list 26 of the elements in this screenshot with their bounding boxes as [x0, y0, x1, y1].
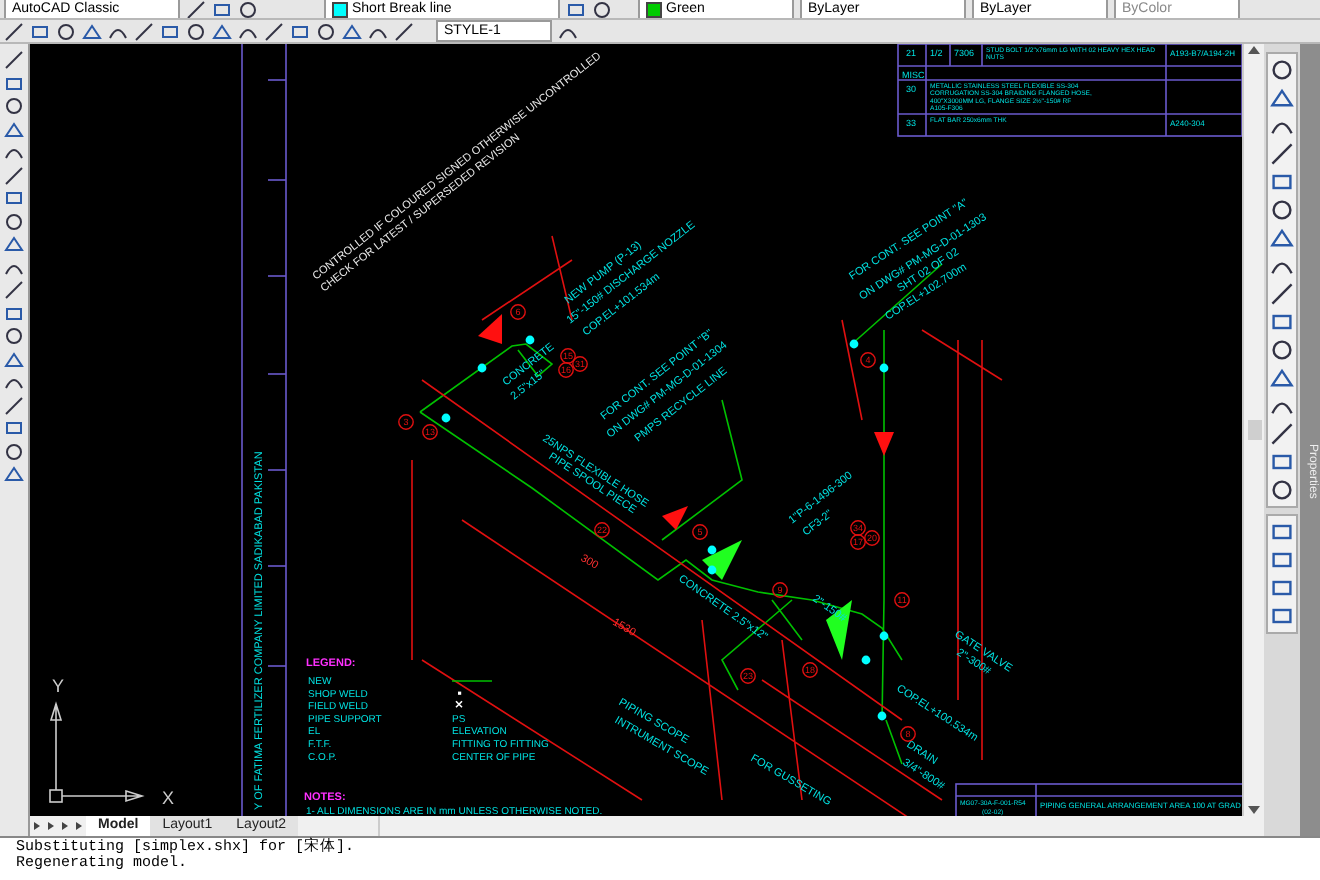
- last-tab-icon[interactable]: [72, 816, 86, 836]
- vertical-scrollbar[interactable]: [1242, 44, 1264, 816]
- weld-dot: [441, 413, 451, 423]
- scroll-thumb[interactable]: [1247, 420, 1261, 440]
- flow-arrow: [874, 432, 894, 456]
- weld-dot: [849, 339, 859, 349]
- ucs-y-label: Y: [52, 676, 65, 696]
- weld-dot: [877, 711, 887, 721]
- weld-dot: [525, 335, 535, 345]
- weld-dot: [879, 363, 889, 373]
- legend-cross-symbol: [455, 700, 463, 708]
- next-tab-icon[interactable]: [58, 816, 72, 836]
- ucs-x-label: X: [162, 788, 175, 808]
- line-icon[interactable]: [4, 50, 24, 70]
- ucs-axes-icon: [49, 701, 145, 803]
- weld-dot: [879, 631, 889, 641]
- previous-tab-icon[interactable]: [44, 816, 58, 836]
- legend-line-symbol: [451, 680, 493, 682]
- flow-arrow: [662, 506, 688, 530]
- weld-dot: [861, 655, 871, 665]
- weld-dot: [707, 545, 717, 555]
- flow-arrow: [478, 314, 502, 344]
- weld-dot: [477, 363, 487, 373]
- first-tab-icon[interactable]: [30, 816, 44, 836]
- weld-dot: [707, 565, 717, 575]
- polygon-icon[interactable]: [4, 119, 24, 139]
